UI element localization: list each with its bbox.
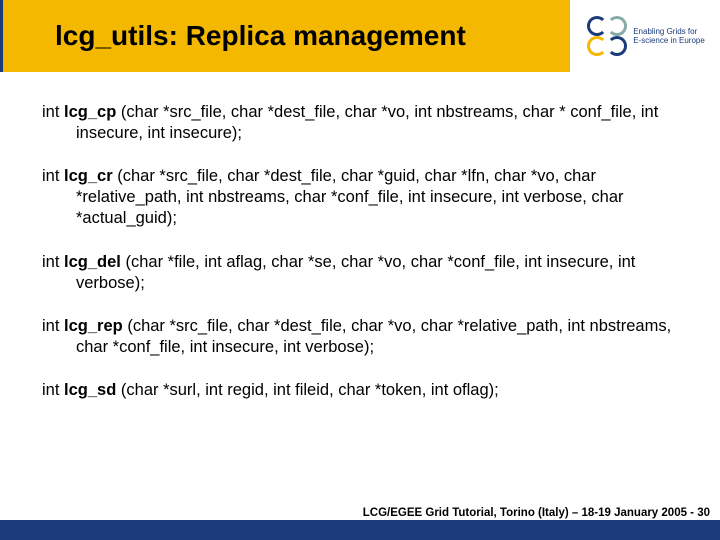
slide: lcg_utils: Replica management Enabling G… — [0, 0, 720, 540]
func-lcg-sd: int lcg_sd (char *surl, int regid, int f… — [42, 380, 678, 401]
footer-bar — [0, 520, 720, 540]
logo-line-1: Enabling Grids for — [633, 27, 705, 36]
title-bar: lcg_utils: Replica management Enabling G… — [0, 0, 720, 72]
egee-logo-text: Enabling Grids for E-science in Europe — [633, 27, 705, 45]
func-lcg-cp: int lcg_cp (char *src_file, char *dest_f… — [42, 102, 678, 144]
func-lcg-del: int lcg_del (char *file, int aflag, char… — [42, 252, 678, 294]
logo-block: Enabling Grids for E-science in Europe — [570, 0, 720, 72]
func-lcg-rep: int lcg_rep (char *src_file, char *dest_… — [42, 316, 678, 358]
egee-logo: Enabling Grids for E-science in Europe — [585, 14, 705, 58]
func-lcg-cr: int lcg_cr (char *src_file, char *dest_f… — [42, 166, 678, 229]
footer-text: LCG/EGEE Grid Tutorial, Torino (Italy) –… — [363, 507, 710, 519]
slide-title: lcg_utils: Replica management — [55, 20, 466, 52]
egee-logo-mark — [585, 14, 629, 58]
content-area: int lcg_cp (char *src_file, char *dest_f… — [0, 72, 720, 401]
logo-line-2: E-science in Europe — [633, 36, 705, 45]
